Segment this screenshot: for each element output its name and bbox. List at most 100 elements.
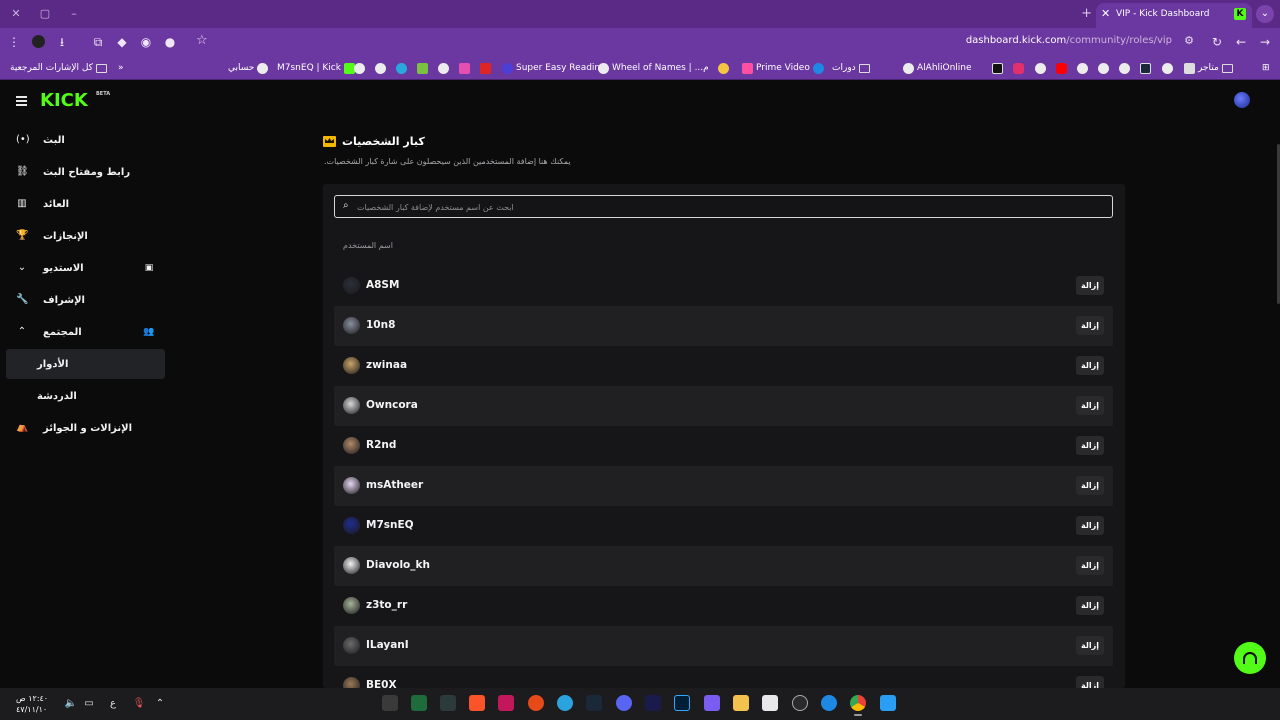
search-input[interactable] [357,199,1097,215]
photoshop-icon[interactable] [674,695,690,711]
telegram-icon[interactable] [557,695,573,711]
windows-start-icon[interactable] [880,695,896,711]
username[interactable]: msAtheer [366,479,423,491]
remove-vip-button[interactable]: إزالة [1076,516,1104,535]
help-support-button[interactable] [1234,642,1266,674]
taskbar-app-a-icon[interactable] [498,695,514,711]
username[interactable]: zwinaa [366,359,407,371]
user-avatar[interactable] [343,637,360,654]
bookmark-globe-4[interactable] [1035,61,1046,75]
system-clock[interactable]: ١٢:٤٠ ص ٤٧/١١/١٠ [16,693,48,715]
terminal-icon[interactable] [440,695,456,711]
address-bar[interactable]: ☆ dashboard.kick.com/community/roles/vip… [190,32,1202,52]
url-text[interactable]: dashboard.kick.com/community/roles/vip [966,35,1172,46]
bookmark-wheel-of-names[interactable]: Wheel of Names | ...م [598,61,709,75]
close-window-icon[interactable]: ✕ [8,6,24,22]
network-icon[interactable]: ▭ [82,698,96,709]
extension-youtube-icon[interactable]: ● [162,34,178,50]
tab-close-icon[interactable]: ✕ [1101,7,1110,20]
bookmark-youtube[interactable] [1056,61,1067,75]
user-avatar[interactable] [343,277,360,294]
extensions-icon[interactable]: ⧉ [90,34,106,50]
remove-vip-button[interactable]: إزالة [1076,636,1104,655]
remove-vip-button[interactable]: إزالة [1076,476,1104,495]
bookmark-globe-8[interactable] [1162,61,1173,75]
remove-vip-button[interactable]: إزالة [1076,276,1104,295]
taskbar-app-clock-icon[interactable] [792,695,808,711]
bookmark-globe-6[interactable] [1098,61,1109,75]
forward-icon[interactable]: → [1257,34,1273,50]
sidebar-item-revenue[interactable]: ▥ العائد [6,189,165,219]
bookmark-instagram[interactable] [1013,61,1024,75]
user-avatar[interactable] [343,477,360,494]
remove-vip-button[interactable]: إزالة [1076,556,1104,575]
premiere-icon[interactable] [645,695,661,711]
back-icon[interactable]: ← [1233,34,1249,50]
bookmark-pink[interactable] [459,61,470,75]
taskbar-app-r-icon[interactable] [528,695,544,711]
sidebar-item-community[interactable]: ⌃ المجتمع 👥 [6,317,165,347]
bookmark-tiktok[interactable] [992,61,1003,75]
sidebar-item-drops[interactable]: ⛺ الإنزالات و الجوائز [6,413,165,443]
bookmark-download[interactable] [417,61,428,75]
extension-diamond-icon[interactable]: ◆ [114,34,130,50]
bookmark-globe-5[interactable] [1077,61,1088,75]
bookmark-colorful[interactable] [718,61,729,75]
sidebar-item-chat[interactable]: الدردشة [6,381,165,411]
hamburger-menu-icon[interactable] [16,96,27,106]
user-avatar[interactable] [343,397,360,414]
tab-search-chevron-icon[interactable]: ⌄ [1256,5,1274,23]
remove-vip-button[interactable]: إزالة [1076,596,1104,615]
bookmark-stores[interactable]: متاجر [1184,61,1233,75]
sidebar-item-moderation[interactable]: 🔧 الإشراف [6,285,165,315]
minimize-window-icon[interactable]: – [66,6,82,22]
remove-vip-button[interactable]: إزالة [1076,396,1104,415]
reload-icon[interactable]: ↻ [1209,34,1225,50]
browser-tab[interactable]: ✕ VIP - Kick Dashboard K [1096,3,1252,28]
bookmark-kick-channel[interactable]: M7snEQ | Kick [277,61,355,75]
profile-avatar-icon[interactable] [30,34,46,50]
menu-kebab-icon[interactable]: ⋮ [6,34,22,50]
bookmark-red-a[interactable] [480,61,491,75]
user-avatar[interactable] [343,317,360,334]
remove-vip-button[interactable]: إزالة [1076,316,1104,335]
username[interactable]: Diavolo_kh [366,559,430,571]
remove-vip-button[interactable]: إزالة [1076,436,1104,455]
bookmark-star-icon[interactable]: ☆ [196,33,208,48]
bookmark-globe-3[interactable] [438,61,449,75]
sidebar-item-stream-key[interactable]: ⛓ رابط ومفتاح البث [6,157,165,187]
volume-icon[interactable]: 🔈 [64,698,78,709]
user-avatar[interactable] [1234,92,1250,108]
edge-icon[interactable] [821,695,837,711]
user-avatar[interactable] [343,597,360,614]
bookmark-super-easy-reading[interactable]: Super Easy Reading [502,61,606,75]
sidebar-item-stream[interactable]: (•) البث [6,125,165,155]
sidebar-item-achievements[interactable]: 🏆 الإنجازات [6,221,165,251]
bookmark-courses[interactable]: دورات [832,61,870,75]
steam-icon[interactable] [586,695,602,711]
bookmark-prime-video[interactable]: Prime Video [742,61,824,75]
kick-logo[interactable]: KICK [40,90,88,111]
bookmark-blue[interactable] [396,61,407,75]
username[interactable]: R2nd [366,439,396,451]
brave-icon[interactable] [469,695,485,711]
discord-icon[interactable] [616,695,632,711]
download-icon[interactable]: ⭳ [54,34,70,50]
extension-circle-icon[interactable]: ◉ [138,34,154,50]
user-avatar[interactable] [343,437,360,454]
remove-vip-button[interactable]: إزالة [1076,356,1104,375]
microphone-icon[interactable]: 🎙 [132,698,146,709]
user-avatar[interactable] [343,557,360,574]
vip-search-field[interactable]: ⌕ [334,195,1113,218]
new-tab-button[interactable]: + [1081,6,1092,21]
input-language[interactable]: ع [106,698,120,709]
username[interactable]: 10n8 [366,319,395,331]
bookmark-my-account[interactable]: حسابي [228,61,269,75]
tray-chevron-up-icon[interactable]: ⌃ [153,698,167,709]
file-explorer-icon[interactable] [733,695,749,711]
bookmark-steam[interactable] [1140,61,1151,75]
maximize-window-icon[interactable]: ▢ [37,6,53,22]
apps-grid-icon[interactable]: ⊞ [1262,61,1270,75]
bookmarks-overflow-icon[interactable]: » [118,61,124,75]
bookmark-alahli[interactable]: AlAhliOnline [903,61,972,75]
